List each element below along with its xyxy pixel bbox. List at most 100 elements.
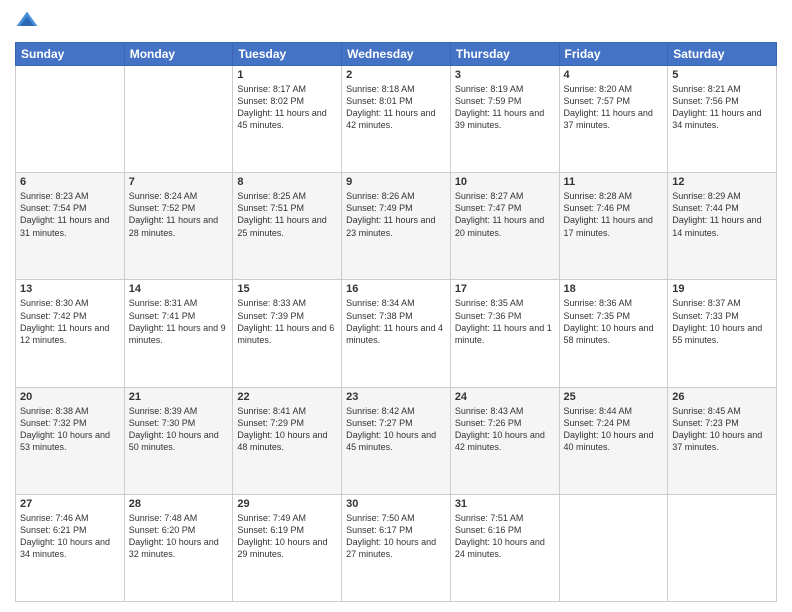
calendar-cell: 10 Sunrise: 8:27 AM Sunset: 7:47 PM Dayli…	[450, 173, 559, 280]
calendar-cell: 13 Sunrise: 8:30 AM Sunset: 7:42 PM Dayli…	[16, 280, 125, 387]
calendar-cell: 8 Sunrise: 8:25 AM Sunset: 7:51 PM Daylig…	[233, 173, 342, 280]
weekday-header-thursday: Thursday	[450, 43, 559, 66]
calendar-week-row: 20Sunrise: 8:38 AM Sunset: 7:32 PM Dayli…	[16, 387, 777, 494]
calendar-cell: 30Sunrise: 7:50 AM Sunset: 6:17 PM Dayli…	[342, 494, 451, 601]
cell-content: Sunrise: 8:41 AM Sunset: 7:29 PM Dayligh…	[237, 405, 337, 454]
cell-content: Sunrise: 8:17 AM Sunset: 8:02 PM Dayligh…	[237, 83, 337, 132]
weekday-header-friday: Friday	[559, 43, 668, 66]
cell-content: Sunrise: 8:26 AM Sunset: 7:49 PM Dayligh…	[346, 190, 446, 239]
cell-content: Sunrise: 8:27 AM Sunset: 7:47 PM Dayligh…	[455, 190, 555, 239]
calendar-cell	[668, 494, 777, 601]
logo	[15, 10, 43, 34]
calendar-cell: 11 Sunrise: 8:28 AM Sunset: 7:46 PM Dayli…	[559, 173, 668, 280]
calendar-cell: 22 Sunrise: 8:41 AM Sunset: 7:29 PM Dayli…	[233, 387, 342, 494]
day-number: 15	[237, 283, 337, 295]
cell-content: Sunrise: 8:38 AM Sunset: 7:32 PM Dayligh…	[20, 405, 120, 454]
cell-content: Sunrise: 8:37 AM Sunset: 7:33 PM Dayligh…	[672, 297, 772, 346]
calendar-cell: 6 Sunrise: 8:23 AM Sunset: 7:54 PM Daylig…	[16, 173, 125, 280]
cell-content: Sunrise: 8:29 AM Sunset: 7:44 PM Dayligh…	[672, 190, 772, 239]
calendar-cell: 9 Sunrise: 8:26 AM Sunset: 7:49 PM Daylig…	[342, 173, 451, 280]
calendar-cell: 25 Sunrise: 8:44 AM Sunset: 7:24 PM Dayli…	[559, 387, 668, 494]
calendar-header-row: SundayMondayTuesdayWednesdayThursdayFrid…	[16, 43, 777, 66]
calendar-cell: 7Sunrise: 8:24 AM Sunset: 7:52 PM Daylig…	[124, 173, 233, 280]
cell-content: Sunrise: 8:23 AM Sunset: 7:54 PM Dayligh…	[20, 190, 120, 239]
day-number: 29	[237, 498, 337, 510]
day-number: 7	[129, 176, 229, 188]
calendar-cell: 18 Sunrise: 8:36 AM Sunset: 7:35 PM Dayli…	[559, 280, 668, 387]
day-number: 14	[129, 283, 229, 295]
cell-content: Sunrise: 8:42 AM Sunset: 7:27 PM Dayligh…	[346, 405, 446, 454]
cell-content: Sunrise: 7:49 AM Sunset: 6:19 PM Dayligh…	[237, 512, 337, 561]
day-number: 10	[455, 176, 555, 188]
day-number: 28	[129, 498, 229, 510]
day-number: 9	[346, 176, 446, 188]
cell-content: Sunrise: 8:28 AM Sunset: 7:46 PM Dayligh…	[564, 190, 664, 239]
cell-content: Sunrise: 7:46 AM Sunset: 6:21 PM Dayligh…	[20, 512, 120, 561]
cell-content: Sunrise: 8:39 AM Sunset: 7:30 PM Dayligh…	[129, 405, 229, 454]
page: SundayMondayTuesdayWednesdayThursdayFrid…	[0, 0, 792, 612]
day-number: 12	[672, 176, 772, 188]
cell-content: Sunrise: 8:43 AM Sunset: 7:26 PM Dayligh…	[455, 405, 555, 454]
calendar-cell: 24Sunrise: 8:43 AM Sunset: 7:26 PM Dayli…	[450, 387, 559, 494]
calendar-cell: 21 Sunrise: 8:39 AM Sunset: 7:30 PM Dayli…	[124, 387, 233, 494]
cell-content: Sunrise: 8:30 AM Sunset: 7:42 PM Dayligh…	[20, 297, 120, 346]
weekday-header-wednesday: Wednesday	[342, 43, 451, 66]
calendar-cell: 15 Sunrise: 8:33 AM Sunset: 7:39 PM Dayli…	[233, 280, 342, 387]
day-number: 4	[564, 69, 664, 81]
calendar-week-row: 1Sunrise: 8:17 AM Sunset: 8:02 PM Daylig…	[16, 66, 777, 173]
cell-content: Sunrise: 8:36 AM Sunset: 7:35 PM Dayligh…	[564, 297, 664, 346]
calendar-cell: 19 Sunrise: 8:37 AM Sunset: 7:33 PM Dayli…	[668, 280, 777, 387]
day-number: 11	[564, 176, 664, 188]
day-number: 3	[455, 69, 555, 81]
weekday-header-sunday: Sunday	[16, 43, 125, 66]
calendar-week-row: 6 Sunrise: 8:23 AM Sunset: 7:54 PM Daylig…	[16, 173, 777, 280]
cell-content: Sunrise: 8:33 AM Sunset: 7:39 PM Dayligh…	[237, 297, 337, 346]
header	[15, 10, 777, 34]
day-number: 31	[455, 498, 555, 510]
calendar-cell: 23Sunrise: 8:42 AM Sunset: 7:27 PM Dayli…	[342, 387, 451, 494]
day-number: 21	[129, 391, 229, 403]
day-number: 2	[346, 69, 446, 81]
day-number: 18	[564, 283, 664, 295]
cell-content: Sunrise: 7:50 AM Sunset: 6:17 PM Dayligh…	[346, 512, 446, 561]
cell-content: Sunrise: 7:51 AM Sunset: 6:16 PM Dayligh…	[455, 512, 555, 561]
cell-content: Sunrise: 8:20 AM Sunset: 7:57 PM Dayligh…	[564, 83, 664, 132]
day-number: 26	[672, 391, 772, 403]
cell-content: Sunrise: 8:45 AM Sunset: 7:23 PM Dayligh…	[672, 405, 772, 454]
cell-content: Sunrise: 8:19 AM Sunset: 7:59 PM Dayligh…	[455, 83, 555, 132]
day-number: 13	[20, 283, 120, 295]
day-number: 6	[20, 176, 120, 188]
calendar-table: SundayMondayTuesdayWednesdayThursdayFrid…	[15, 42, 777, 602]
cell-content: Sunrise: 7:48 AM Sunset: 6:20 PM Dayligh…	[129, 512, 229, 561]
calendar-cell: 28 Sunrise: 7:48 AM Sunset: 6:20 PM Dayli…	[124, 494, 233, 601]
calendar-week-row: 27 Sunrise: 7:46 AM Sunset: 6:21 PM Dayli…	[16, 494, 777, 601]
cell-content: Sunrise: 8:44 AM Sunset: 7:24 PM Dayligh…	[564, 405, 664, 454]
calendar-cell: 5Sunrise: 8:21 AM Sunset: 7:56 PM Daylig…	[668, 66, 777, 173]
calendar-cell: 1Sunrise: 8:17 AM Sunset: 8:02 PM Daylig…	[233, 66, 342, 173]
day-number: 17	[455, 283, 555, 295]
calendar-cell: 2Sunrise: 8:18 AM Sunset: 8:01 PM Daylig…	[342, 66, 451, 173]
day-number: 16	[346, 283, 446, 295]
calendar-cell: 20Sunrise: 8:38 AM Sunset: 7:32 PM Dayli…	[16, 387, 125, 494]
calendar-cell: 3 Sunrise: 8:19 AM Sunset: 7:59 PM Daylig…	[450, 66, 559, 173]
calendar-week-row: 13 Sunrise: 8:30 AM Sunset: 7:42 PM Dayli…	[16, 280, 777, 387]
calendar-cell: 14Sunrise: 8:31 AM Sunset: 7:41 PM Dayli…	[124, 280, 233, 387]
calendar-cell: 12 Sunrise: 8:29 AM Sunset: 7:44 PM Dayli…	[668, 173, 777, 280]
weekday-header-monday: Monday	[124, 43, 233, 66]
calendar-cell: 26 Sunrise: 8:45 AM Sunset: 7:23 PM Dayli…	[668, 387, 777, 494]
day-number: 19	[672, 283, 772, 295]
cell-content: Sunrise: 8:25 AM Sunset: 7:51 PM Dayligh…	[237, 190, 337, 239]
calendar-cell	[16, 66, 125, 173]
logo-icon	[15, 10, 39, 34]
day-number: 22	[237, 391, 337, 403]
calendar-cell	[559, 494, 668, 601]
calendar-cell: 27 Sunrise: 7:46 AM Sunset: 6:21 PM Dayli…	[16, 494, 125, 601]
weekday-header-tuesday: Tuesday	[233, 43, 342, 66]
day-number: 8	[237, 176, 337, 188]
calendar-cell	[124, 66, 233, 173]
day-number: 27	[20, 498, 120, 510]
day-number: 25	[564, 391, 664, 403]
calendar-cell: 31 Sunrise: 7:51 AM Sunset: 6:16 PM Dayli…	[450, 494, 559, 601]
cell-content: Sunrise: 8:35 AM Sunset: 7:36 PM Dayligh…	[455, 297, 555, 346]
weekday-header-saturday: Saturday	[668, 43, 777, 66]
